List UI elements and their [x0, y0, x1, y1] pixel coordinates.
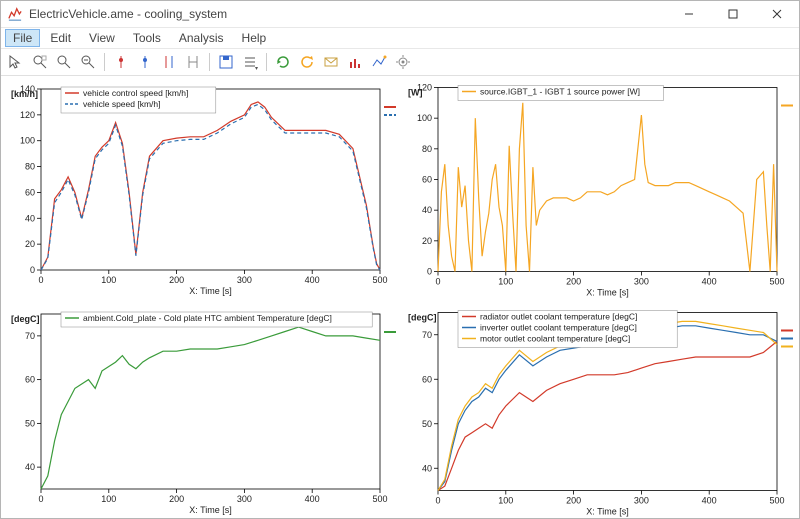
svg-text:400: 400: [305, 275, 320, 285]
svg-text:200: 200: [169, 275, 184, 285]
toolbar-separator: [104, 53, 105, 71]
svg-text:source.IGBT_1 - IGBT 1 source: source.IGBT_1 - IGBT 1 source power [W]: [480, 87, 640, 97]
svg-text:0: 0: [38, 275, 43, 285]
settings-icon[interactable]: [392, 51, 414, 73]
plot-grid: 0100200300400500020406080100120140[km/h]…: [1, 76, 799, 518]
svg-text:40: 40: [25, 213, 35, 223]
rotate-icon[interactable]: [296, 51, 318, 73]
pan-icon[interactable]: [53, 51, 75, 73]
svg-text:300: 300: [237, 275, 252, 285]
svg-text:[W]: [W]: [408, 88, 423, 98]
bar-chart-icon[interactable]: [344, 51, 366, 73]
titlebar: ElectricVehicle.ame - cooling_system: [1, 1, 799, 28]
marker-range-icon[interactable]: [182, 51, 204, 73]
svg-text:500: 500: [372, 275, 387, 285]
svg-text:40: 40: [422, 205, 432, 215]
chart-coolant-temps[interactable]: 0 100 200 300 400 500 40 50 60 70 [degC] X: Time [s…: [402, 305, 795, 518]
menu-analysis[interactable]: Analysis: [171, 29, 232, 47]
toolbar: [1, 49, 799, 76]
svg-text:60: 60: [422, 374, 432, 384]
svg-text:ambient.Cold_plate - Cold plat: ambient.Cold_plate - Cold plate HTC ambi…: [83, 313, 332, 323]
stats-icon[interactable]: [368, 51, 390, 73]
chart-cold-plate-temp[interactable]: 0 100 200 300 400 500 40 50 60 70 [degC] X: Time [s…: [5, 305, 398, 518]
svg-text:[degC]: [degC]: [11, 314, 40, 324]
svg-text:400: 400: [702, 496, 717, 506]
svg-text:50: 50: [422, 419, 432, 429]
options-icon[interactable]: [239, 51, 261, 73]
menu-file[interactable]: File: [5, 29, 40, 47]
maximize-button[interactable]: [711, 1, 755, 27]
svg-text:100: 100: [417, 113, 432, 123]
menu-help[interactable]: Help: [234, 29, 275, 47]
menubar: File Edit View Tools Analysis Help: [1, 28, 799, 49]
svg-text:100: 100: [498, 496, 513, 506]
cursor-icon[interactable]: [5, 51, 27, 73]
svg-text:200: 200: [566, 277, 581, 287]
svg-text:X: Time [s]: X: Time [s]: [586, 507, 629, 517]
email-icon[interactable]: [320, 51, 342, 73]
save-image-icon[interactable]: [215, 51, 237, 73]
app-icon: [7, 6, 23, 22]
close-button[interactable]: [755, 1, 799, 27]
svg-text:40: 40: [25, 462, 35, 472]
svg-text:100: 100: [20, 136, 35, 146]
svg-text:[degC]: [degC]: [408, 313, 437, 323]
menu-tools[interactable]: Tools: [125, 29, 169, 47]
svg-text:0: 0: [435, 496, 440, 506]
svg-text:500: 500: [769, 496, 784, 506]
svg-text:400: 400: [702, 277, 717, 287]
svg-text:200: 200: [169, 494, 184, 504]
marker-blue-icon[interactable]: [134, 51, 156, 73]
svg-text:100: 100: [101, 275, 116, 285]
svg-text:20: 20: [422, 236, 432, 246]
menu-edit[interactable]: Edit: [42, 29, 79, 47]
svg-text:20: 20: [25, 239, 35, 249]
chart-vehicle-speed[interactable]: 0100200300400500020406080100120140[km/h]…: [5, 80, 398, 301]
svg-text:vehicle speed [km/h]: vehicle speed [km/h]: [83, 99, 160, 109]
window-title: ElectricVehicle.ame - cooling_system: [29, 7, 667, 21]
svg-text:80: 80: [25, 162, 35, 172]
svg-text:60: 60: [25, 375, 35, 385]
svg-text:0: 0: [427, 267, 432, 277]
menu-view[interactable]: View: [81, 29, 123, 47]
minimize-button[interactable]: [667, 1, 711, 27]
toolbar-separator: [209, 53, 210, 71]
svg-text:0: 0: [30, 265, 35, 275]
svg-text:500: 500: [769, 277, 784, 287]
svg-text:[km/h]: [km/h]: [11, 89, 38, 99]
svg-text:0: 0: [38, 494, 43, 504]
svg-text:vehicle control speed [km/h]: vehicle control speed [km/h]: [83, 88, 188, 98]
marker-multi-icon[interactable]: [158, 51, 180, 73]
svg-text:X: Time [s]: X: Time [s]: [189, 286, 232, 296]
svg-text:300: 300: [634, 496, 649, 506]
svg-text:X: Time [s]: X: Time [s]: [586, 288, 629, 298]
svg-text:X: Time [s]: X: Time [s]: [189, 505, 232, 515]
zoom-area-icon[interactable]: [29, 51, 51, 73]
chart-igbt-power[interactable]: 0100200300400500020406080100120[W]X: Tim…: [402, 80, 795, 301]
svg-text:70: 70: [422, 330, 432, 340]
svg-text:70: 70: [25, 331, 35, 341]
svg-text:120: 120: [20, 110, 35, 120]
svg-text:300: 300: [237, 494, 252, 504]
svg-text:0: 0: [435, 277, 440, 287]
svg-text:60: 60: [422, 175, 432, 185]
svg-text:50: 50: [25, 418, 35, 428]
toolbar-separator: [266, 53, 267, 71]
svg-text:80: 80: [422, 144, 432, 154]
svg-text:40: 40: [422, 463, 432, 473]
marker-red-icon[interactable]: [110, 51, 132, 73]
zoom-fit-icon[interactable]: [77, 51, 99, 73]
svg-text:100: 100: [498, 277, 513, 287]
app-window: ElectricVehicle.ame - cooling_system Fil…: [0, 0, 800, 519]
svg-text:motor outlet coolant temperatu: motor outlet coolant temperature [degC]: [480, 334, 630, 344]
refresh-icon[interactable]: [272, 51, 294, 73]
svg-text:100: 100: [101, 494, 116, 504]
svg-text:radiator outlet coolant temper: radiator outlet coolant temperature [deg…: [480, 312, 637, 322]
svg-text:inverter outlet coolant temper: inverter outlet coolant temperature [deg…: [480, 323, 637, 333]
svg-text:400: 400: [305, 494, 320, 504]
svg-text:60: 60: [25, 187, 35, 197]
svg-text:300: 300: [634, 277, 649, 287]
svg-text:500: 500: [372, 494, 387, 504]
svg-text:200: 200: [566, 496, 581, 506]
